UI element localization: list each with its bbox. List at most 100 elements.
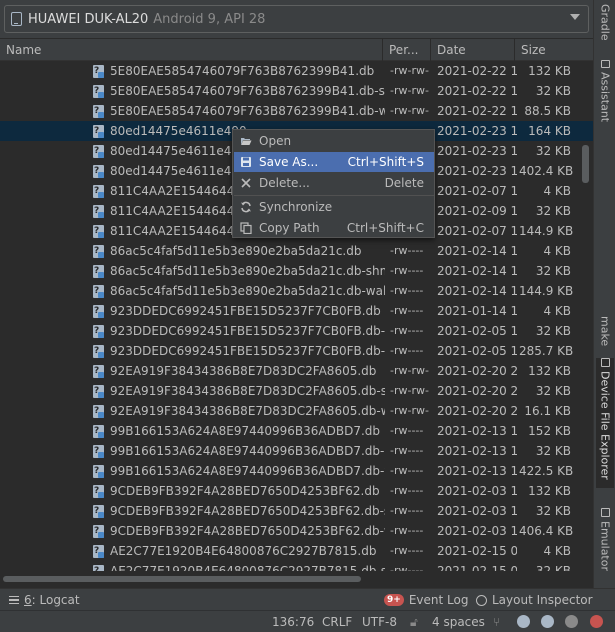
file-size: 422.5 KB bbox=[519, 464, 574, 478]
table-row[interactable]: 92EA919F38434386B8E7D83DC2FA8605.db-shm-… bbox=[0, 381, 593, 401]
menu-item-delete[interactable]: Delete... Delete bbox=[234, 173, 434, 193]
unknown-file-icon bbox=[93, 521, 104, 541]
inspection-face-icon[interactable] bbox=[517, 615, 530, 628]
table-row[interactable]: 86ac5c4faf5d11e5b3e890e2ba5da21c.db-wal-… bbox=[0, 281, 593, 301]
file-date: 2021-02-22 1 bbox=[437, 84, 517, 98]
feedback-face-icon[interactable] bbox=[541, 615, 554, 628]
link-badge-icon bbox=[98, 252, 104, 258]
link-badge-icon bbox=[98, 92, 104, 98]
tab-make[interactable]: make bbox=[596, 316, 614, 350]
file-permissions: -rw---- bbox=[390, 544, 424, 557]
horizontal-scrollbar[interactable] bbox=[3, 576, 361, 582]
link-badge-icon bbox=[98, 152, 104, 158]
menu-item-shortcut: Ctrl+Shift+C bbox=[346, 221, 424, 235]
table-row[interactable]: 9CDEB9FB392F4A28BED7650D4253BF62.db-wal-… bbox=[0, 521, 593, 541]
link-badge-icon bbox=[98, 552, 104, 558]
file-permissions: -rw---- bbox=[390, 424, 424, 437]
file-permissions: -rw-rw- bbox=[390, 404, 429, 417]
table-row[interactable]: 92EA919F38434386B8E7D83DC2FA8605.db -rw-r… bbox=[0, 361, 593, 381]
file-size: 32 KB bbox=[535, 384, 571, 398]
lock-icon[interactable]: 🔓︎ bbox=[410, 611, 418, 632]
menu-item-shortcut: Delete bbox=[384, 176, 424, 190]
table-row[interactable]: 9CDEB9FB392F4A28BED7650D4253BF62.db -rw--… bbox=[0, 481, 593, 501]
file-size: 4 KB bbox=[543, 304, 571, 318]
table-row[interactable]: 5E80EAE5854746079F763B8762399B41.db-wal-… bbox=[0, 101, 593, 121]
delete-icon bbox=[241, 178, 251, 188]
column-header-size[interactable]: Size bbox=[515, 39, 577, 61]
unknown-file-icon bbox=[93, 121, 104, 141]
tab-gradle[interactable]: Gradle bbox=[596, 4, 614, 41]
file-size: 32 KB bbox=[535, 504, 571, 518]
file-size: 152 KB bbox=[528, 424, 571, 438]
menu-item-label: Save As... bbox=[259, 155, 319, 169]
file-size: 32 KB bbox=[535, 324, 571, 338]
table-row[interactable]: 99B166153A624A8E97440996B36ADBD7.db -rw--… bbox=[0, 421, 593, 441]
save-icon bbox=[241, 157, 251, 167]
table-row[interactable]: 9CDEB9FB392F4A28BED7650D4253BF62.db-shm-… bbox=[0, 501, 593, 521]
status-bar: 136:76 CRLF UTF-8 🔓︎ 4 spaces ⑂ bbox=[0, 610, 615, 632]
tab-device-file-explorer[interactable]: Device File Explorer bbox=[596, 358, 614, 488]
tab-label: Device File Explorer bbox=[598, 371, 612, 480]
column-header-name[interactable]: Name bbox=[0, 39, 383, 61]
caret-position[interactable]: 136:76 bbox=[272, 611, 314, 632]
tab-event-log[interactable]: 9+ Event Log bbox=[384, 589, 468, 611]
error-notification-icon[interactable] bbox=[590, 615, 603, 628]
table-row[interactable]: 923DDEDC6992451FBE15D5237F7CB0FB.db-wal-… bbox=[0, 341, 593, 361]
layout-inspector-label: Layout Inspector bbox=[492, 593, 593, 607]
menu-item-synchronize[interactable]: Synchronize bbox=[234, 197, 434, 217]
table-row[interactable]: 86ac5c4faf5d11e5b3e890e2ba5da21c.db -rw--… bbox=[0, 241, 593, 261]
link-badge-icon bbox=[98, 492, 104, 498]
tab-emulator[interactable]: Emulator bbox=[596, 508, 614, 580]
table-row[interactable]: 5E80EAE5854746079F763B8762399B41.db-shm-… bbox=[0, 81, 593, 101]
file-name: 99B166153A624A8E97440996B36ADBD7.db-wal bbox=[110, 464, 385, 478]
indent-setting[interactable]: 4 spaces bbox=[432, 611, 485, 632]
menu-item-open[interactable]: Open bbox=[234, 131, 434, 151]
unknown-file-icon bbox=[93, 161, 104, 181]
menu-item-save-as[interactable]: Save As... Ctrl+Shift+S bbox=[234, 152, 434, 172]
file-date: 2021-02-20 2 bbox=[437, 384, 517, 398]
menu-item-label: Delete... bbox=[259, 176, 310, 190]
link-badge-icon bbox=[98, 112, 104, 118]
menu-item-copy-path[interactable]: Copy Path Ctrl+Shift+C bbox=[234, 218, 434, 238]
assistant-icon bbox=[600, 60, 610, 68]
link-badge-icon bbox=[98, 72, 104, 78]
table-row[interactable]: AE2C77E1920B4E64800876C2927B7815.db -rw--… bbox=[0, 541, 593, 561]
vertical-scrollbar[interactable] bbox=[582, 145, 589, 183]
file-size: 164 KB bbox=[528, 124, 571, 138]
file-size: 132 KB bbox=[528, 64, 571, 78]
file-permissions: -rw---- bbox=[390, 564, 424, 571]
table-row[interactable]: 99B166153A624A8E97440996B36ADBD7.db-wal-… bbox=[0, 461, 593, 481]
file-name: AE2C77E1920B4E64800876C2927B7815.db bbox=[110, 544, 377, 558]
unknown-file-icon bbox=[93, 541, 104, 561]
unknown-file-icon bbox=[93, 81, 104, 101]
table-row[interactable]: 99B166153A624A8E97440996B36ADBD7.db-shm-… bbox=[0, 441, 593, 461]
column-header-permissions[interactable]: Per... bbox=[383, 39, 431, 61]
right-tool-strip: Gradle Assistant make Device File Explor… bbox=[593, 0, 615, 610]
tab-label: make bbox=[598, 316, 612, 347]
column-header-date[interactable]: Date bbox=[431, 39, 515, 61]
table-row[interactable]: 923DDEDC6992451FBE15D5237F7CB0FB.db -rw--… bbox=[0, 301, 593, 321]
table-row[interactable]: 5E80EAE5854746079F763B8762399B41.db -rw-r… bbox=[0, 61, 593, 81]
device-selector[interactable]: HUAWEI DUK-AL20 Android 9, API 28 bbox=[4, 5, 589, 33]
file-date: 2021-02-22 1 bbox=[437, 64, 517, 78]
table-row[interactable]: 92EA919F38434386B8E7D83DC2FA8605.db-wal-… bbox=[0, 401, 593, 421]
table-row[interactable]: 923DDEDC6992451FBE15D5237F7CB0FB.db-shm-… bbox=[0, 321, 593, 341]
tab-layout-inspector[interactable]: Layout Inspector bbox=[476, 589, 593, 611]
tab-assistant[interactable]: Assistant bbox=[596, 60, 614, 122]
table-row[interactable]: 86ac5c4faf5d11e5b3e890e2ba5da21c.db-shm-… bbox=[0, 261, 593, 281]
file-date: 2021-02-14 1 bbox=[437, 244, 517, 258]
bottom-tool-bar: 6: Logcat 9+ Event Log Layout Inspector bbox=[0, 588, 615, 610]
line-separator[interactable]: CRLF bbox=[322, 611, 352, 632]
file-name: 99B166153A624A8E97440996B36ADBD7.db bbox=[110, 424, 381, 438]
file-permissions: -rw-rw- bbox=[390, 104, 429, 117]
file-encoding[interactable]: UTF-8 bbox=[362, 611, 397, 632]
folder-open-icon bbox=[241, 138, 252, 145]
table-row[interactable]: AE2C77E1920B4E64800876C2927B7815.db-shm-… bbox=[0, 561, 593, 571]
file-name: 99B166153A624A8E97440996B36ADBD7.db-shm bbox=[110, 444, 385, 458]
user-icon[interactable] bbox=[565, 615, 578, 628]
file-name: 9CDEB9FB392F4A28BED7650D4253BF62.db-shm bbox=[110, 504, 385, 518]
tab-logcat[interactable]: 6: Logcat bbox=[9, 589, 80, 611]
unknown-file-icon bbox=[93, 101, 104, 121]
git-branch-icon[interactable]: ⑂ bbox=[493, 611, 500, 632]
file-name: 923DDEDC6992451FBE15D5237F7CB0FB.db bbox=[110, 304, 381, 318]
